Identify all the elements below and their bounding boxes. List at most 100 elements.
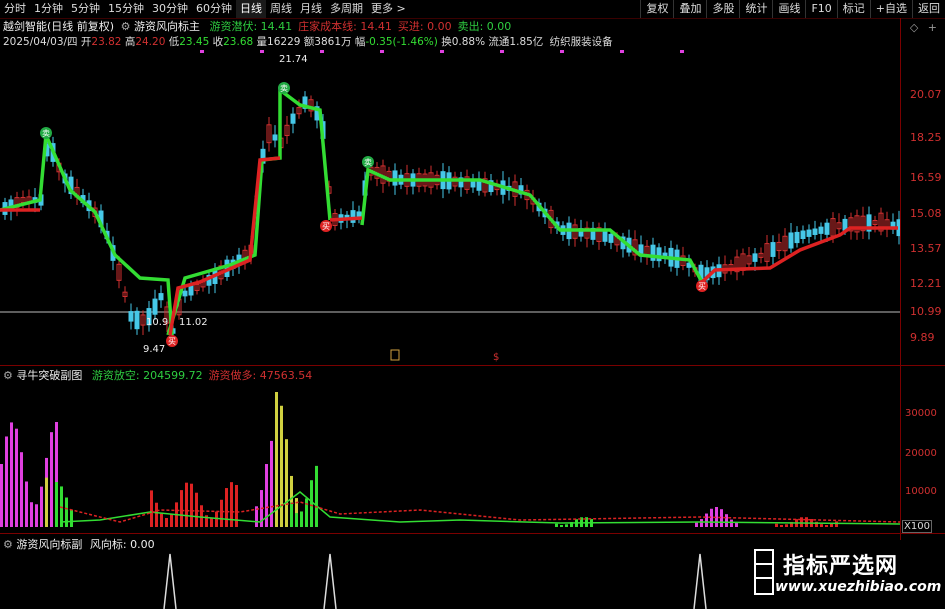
volume-bar: [830, 523, 833, 527]
volume-bar: [65, 497, 68, 527]
stock-title: 越剑智能(日线 前复权): [3, 20, 115, 33]
signal-dot: [560, 50, 564, 53]
close-value: 23.68: [223, 36, 254, 48]
volume-bar: [220, 499, 223, 527]
volume-bar: [170, 513, 173, 527]
signal-spike: [323, 553, 337, 609]
price-chart[interactable]: 卖卖卖买买买$: [0, 50, 900, 365]
price-tick: 9.89: [910, 331, 935, 344]
volume-bar: [800, 517, 803, 527]
buy-marker-label: 买: [698, 282, 706, 291]
price-tick: 20.07: [910, 88, 942, 101]
diamond-icon[interactable]: ◇: [910, 21, 918, 34]
toolbar-button-0[interactable]: 复权: [640, 0, 673, 18]
signal-dot: [380, 50, 384, 53]
toolbar-button-7[interactable]: +自选: [869, 0, 912, 18]
volume-bar: [165, 517, 168, 527]
candle-body: [272, 134, 278, 141]
tab-3[interactable]: 15分钟: [104, 0, 148, 18]
volume-bar: [160, 513, 163, 527]
volume-bar: [785, 524, 788, 527]
tab-10[interactable]: 更多 >: [367, 0, 410, 18]
tab-2[interactable]: 5分钟: [67, 0, 104, 18]
tab-7[interactable]: 周线: [266, 0, 296, 18]
close-label: 收: [212, 36, 224, 48]
gear-icon[interactable]: ⚙: [3, 369, 13, 382]
separator-1: [0, 365, 945, 366]
price-tick: 15.08: [910, 207, 942, 220]
volume-bar: [705, 513, 708, 527]
toolbar-button-4[interactable]: 画线: [772, 0, 805, 18]
volume-bar: [150, 490, 153, 527]
chg-value: -0.35(-1.46%): [365, 36, 438, 48]
candle-body: [824, 222, 830, 235]
candle-body: [158, 293, 164, 301]
tab-1[interactable]: 1分钟: [30, 0, 67, 18]
volume-bar: [185, 482, 188, 527]
indicator-name[interactable]: 游资风向标主: [134, 20, 200, 33]
candle-body: [794, 231, 800, 244]
price-axis-line: [900, 18, 901, 609]
tab-9[interactable]: 多周期: [326, 0, 367, 18]
toolbar-button-1[interactable]: 叠加: [673, 0, 706, 18]
plus-icon[interactable]: +: [928, 21, 937, 34]
industry: 纺织服装设备: [549, 36, 613, 48]
candle-body: [800, 230, 806, 240]
volume-bar: [30, 514, 33, 527]
volume-bar: [50, 432, 53, 527]
float-label: 流通: [488, 36, 510, 48]
volume-bar: [0, 464, 3, 527]
green-trend-line: [0, 134, 174, 336]
signal-dot: [440, 50, 444, 53]
sell-marker-label: 卖: [42, 129, 50, 138]
volume-bar: [155, 502, 158, 527]
toolbar-button-6[interactable]: 标记: [836, 0, 870, 18]
float-value: 1.85亿: [509, 36, 544, 48]
turn-label: 换: [441, 36, 452, 48]
volume-bar: [565, 524, 568, 527]
volume-bar: [195, 492, 198, 527]
quote-line: 2025/04/03/四 开23.82 高24.20 低23.45 收23.68…: [3, 35, 613, 49]
volume-bar: [725, 514, 728, 527]
volume-bar: [315, 465, 318, 527]
volume-indicator-chart[interactable]: [0, 382, 900, 532]
candle-body: [752, 253, 758, 262]
volume-bar: [5, 436, 8, 527]
price-tick: 10.99: [910, 305, 942, 318]
volume-bar: [290, 502, 293, 527]
period-toolbar: 分时 1分钟 5分钟 15分钟 30分钟 60分钟 日线 周线 月线 多周期 更多 > 复权 叠加 多股…: [0, 0, 945, 19]
toolbar-button-2[interactable]: 多股: [706, 0, 739, 18]
turn-value: 0.88%: [451, 36, 486, 48]
candle-body: [152, 298, 158, 315]
gear-icon[interactable]: ⚙: [121, 20, 131, 33]
signal-dot: [500, 50, 504, 53]
volume-bar: [735, 522, 738, 527]
period-tabs: 分时 1分钟 5分钟 15分钟 30分钟 60分钟 日线 周线 月线 多周期 更多 >: [0, 0, 410, 18]
green-trend-line: [166, 86, 332, 336]
volume-bar: [190, 483, 193, 527]
volume-bar: [200, 505, 203, 527]
buy-marker-label: 买: [322, 222, 330, 231]
tab-5[interactable]: 60分钟: [192, 0, 236, 18]
candle-body: [392, 170, 398, 186]
candle-body: [806, 229, 812, 237]
tab-0[interactable]: 分时: [0, 0, 30, 18]
tab-8[interactable]: 月线: [296, 0, 326, 18]
volume-bar: [560, 524, 563, 527]
volume-bar: [20, 487, 23, 527]
candle-body: [818, 226, 824, 234]
vol-label: 量: [256, 36, 268, 48]
sub1-title[interactable]: 寻牛突破副图: [16, 369, 82, 382]
tab-6[interactable]: 日线: [236, 0, 266, 18]
volume-bar: [295, 513, 298, 527]
volume-bar: [805, 517, 808, 527]
candle-body: [608, 233, 614, 243]
sub1-value-1: 游资做多: 47563.54: [208, 369, 313, 382]
toolbar-button-3[interactable]: 统计: [739, 0, 772, 18]
toolbar-button-8[interactable]: 返回: [912, 0, 945, 18]
volume-bar: [300, 511, 303, 527]
mid-annotation-2: 11.02: [179, 317, 208, 328]
toolbar-button-5[interactable]: F10: [805, 0, 836, 18]
signal-dot: [200, 50, 204, 53]
tab-4[interactable]: 30分钟: [148, 0, 192, 18]
